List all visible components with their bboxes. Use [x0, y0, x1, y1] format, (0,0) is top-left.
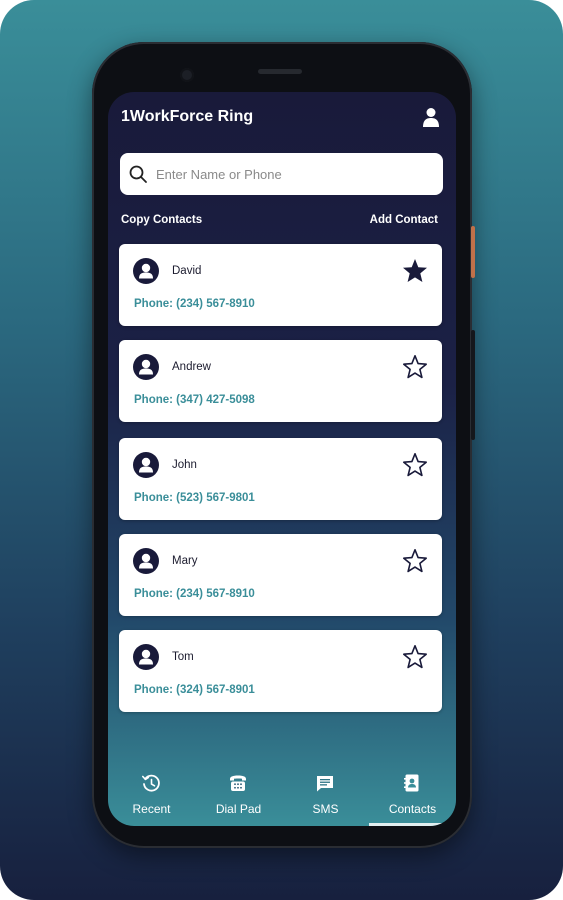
contact-name: John	[172, 459, 197, 471]
contacts-icon	[404, 774, 419, 792]
nav-label: Contacts	[388, 802, 437, 816]
contact-card[interactable]: John Phone: (523) 567-9801	[119, 438, 442, 520]
contact-name: Tom	[172, 651, 194, 663]
nav-recent[interactable]: Recent	[108, 768, 195, 826]
star-filled-icon[interactable]	[401, 257, 429, 285]
active-tab-indicator	[369, 823, 456, 826]
search-box[interactable]	[120, 153, 443, 195]
star-outline-icon[interactable]	[401, 643, 429, 671]
add-contact-link[interactable]: Add Contact	[370, 214, 438, 226]
avatar-icon	[133, 354, 159, 380]
app-title: 1WorkForce Ring	[121, 108, 254, 125]
nav-label: Dial Pad	[215, 802, 262, 816]
copy-contacts-link[interactable]: Copy Contacts	[121, 214, 202, 226]
nav-dial-pad[interactable]: Dial Pad	[195, 768, 282, 826]
contact-card[interactable]: Tom Phone: (324) 567-8901	[119, 630, 442, 712]
volume-button	[471, 330, 475, 440]
nav-label: SMS	[312, 802, 339, 816]
star-outline-icon[interactable]	[401, 451, 429, 479]
app-bar: 1WorkForce Ring	[108, 92, 456, 142]
avatar-icon	[133, 644, 159, 670]
avatar-icon	[133, 452, 159, 478]
contact-phone[interactable]: Phone: (234) 567-8910	[134, 298, 255, 310]
profile-icon[interactable]	[422, 107, 440, 127]
contact-name: Andrew	[172, 361, 211, 373]
history-icon	[142, 774, 160, 792]
message-icon	[317, 776, 333, 792]
contact-phone[interactable]: Phone: (234) 567-8910	[134, 588, 255, 600]
front-camera	[180, 68, 194, 82]
nav-contacts[interactable]: Contacts	[369, 768, 456, 826]
search-icon	[129, 165, 147, 183]
dialpad-icon	[230, 775, 246, 791]
avatar-icon	[133, 548, 159, 574]
nav-sms[interactable]: SMS	[282, 768, 369, 826]
bottom-nav: Recent Dial Pad SMS Contacts	[108, 768, 456, 826]
contact-card[interactable]: David Phone: (234) 567-8910	[119, 244, 442, 326]
search-input[interactable]	[156, 163, 431, 185]
contact-name: David	[172, 265, 202, 277]
star-outline-icon[interactable]	[401, 547, 429, 575]
avatar-icon	[133, 258, 159, 284]
earpiece-speaker	[258, 69, 302, 74]
contact-phone[interactable]: Phone: (523) 567-9801	[134, 492, 255, 504]
contact-card[interactable]: Andrew Phone: (347) 427-5098	[119, 340, 442, 422]
contact-name: Mary	[172, 555, 198, 567]
power-button	[471, 226, 475, 278]
contact-card[interactable]: Mary Phone: (234) 567-8910	[119, 534, 442, 616]
star-outline-icon[interactable]	[401, 353, 429, 381]
contact-phone[interactable]: Phone: (324) 567-8901	[134, 684, 255, 696]
app-screen: 1WorkForce Ring Copy Contacts Add Contac…	[108, 92, 456, 826]
nav-label: Recent	[132, 802, 171, 816]
contact-phone[interactable]: Phone: (347) 427-5098	[134, 394, 255, 406]
